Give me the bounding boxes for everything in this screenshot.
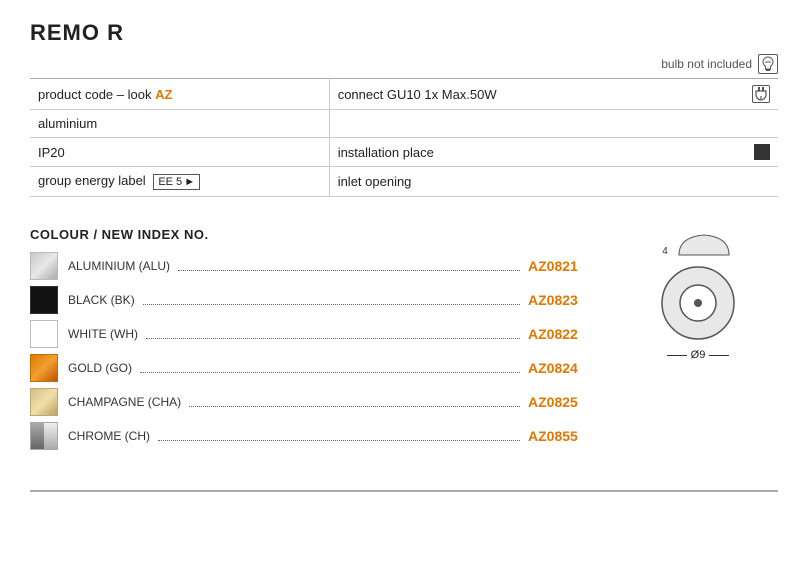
bulb-not-included-icon <box>758 54 778 74</box>
colour-name: CHAMPAGNE (CHA) AZ0825 <box>68 394 598 410</box>
side-dim-label: 4 <box>662 246 668 257</box>
bottom-dim-line-left <box>667 355 687 356</box>
colour-code: AZ0822 <box>528 326 598 342</box>
list-item: GOLD (GO) AZ0824 <box>30 354 598 382</box>
bulb-notice-row: bulb not included <box>30 54 778 74</box>
dots-separator <box>189 397 520 407</box>
installation-place-text: installation place <box>338 145 434 160</box>
aluminium-cell: aluminium <box>30 110 329 138</box>
colours-section-title: COLOUR / NEW INDEX NO. <box>30 227 598 242</box>
dots-separator <box>178 261 520 271</box>
colour-name: WHITE (WH) AZ0822 <box>68 326 598 342</box>
connect-info-cell: connect GU10 1x Max.50W <box>329 79 778 110</box>
dots-separator <box>158 431 520 441</box>
content-wrapper: product code – look AZ connect GU10 1x M… <box>30 78 778 470</box>
info-table: product code – look AZ connect GU10 1x M… <box>30 78 778 197</box>
inlet-opening-text: inlet opening <box>338 174 412 189</box>
installation-icon <box>754 144 770 160</box>
table-row-product-code: product code – look AZ connect GU10 1x M… <box>30 79 778 110</box>
colour-code: AZ0825 <box>528 394 598 410</box>
list-item: CHAMPAGNE (CHA) AZ0825 <box>30 388 598 416</box>
ip20-label: IP20 <box>38 145 65 160</box>
bulb-notice-text: bulb not included <box>661 57 752 71</box>
energy-badge-arrow: ► <box>184 176 195 188</box>
energy-badge: EE 5 ► <box>153 174 200 190</box>
product-code-label: product code – look <box>38 87 151 102</box>
colour-list: ALUMINIUM (ALU) AZ0821 BLACK (BK) AZ0823… <box>30 252 598 450</box>
colour-swatch <box>30 354 58 382</box>
energy-badge-value: EE 5 <box>158 176 182 188</box>
connect-text: connect GU10 1x Max.50W <box>338 87 497 102</box>
table-row-ip: IP20 installation place <box>30 138 778 167</box>
bottom-dim-label: Ø9 <box>691 349 706 361</box>
table-row-aluminium: aluminium <box>30 110 778 138</box>
side-view-svg <box>674 227 734 257</box>
colour-name: GOLD (GO) AZ0824 <box>68 360 598 376</box>
table-row-energy: group energy label EE 5 ► inlet opening <box>30 167 778 197</box>
aluminium-right-cell <box>329 110 778 138</box>
installation-cell: installation place <box>329 138 778 167</box>
list-item: BLACK (BK) AZ0823 <box>30 286 598 314</box>
product-code-cell: product code – look AZ <box>30 79 329 110</box>
colour-swatch <box>30 320 58 348</box>
top-view-svg <box>658 263 738 343</box>
side-view-container: 4 <box>662 227 734 257</box>
colour-swatch <box>30 252 58 280</box>
footer-line <box>30 490 778 492</box>
aluminium-label: aluminium <box>38 116 97 131</box>
page-title: REMO R <box>30 20 778 46</box>
colour-code: AZ0823 <box>528 292 598 308</box>
dots-separator <box>140 363 520 373</box>
list-item: WHITE (WH) AZ0822 <box>30 320 598 348</box>
ip20-cell: IP20 <box>30 138 329 167</box>
colour-code: AZ0855 <box>528 428 598 444</box>
colour-name: ALUMINIUM (ALU) AZ0821 <box>68 258 598 274</box>
list-item: ALUMINIUM (ALU) AZ0821 <box>30 252 598 280</box>
dots-separator <box>146 329 520 339</box>
energy-label-text: group energy label <box>38 173 146 188</box>
dots-separator <box>143 295 520 305</box>
colour-code: AZ0824 <box>528 360 598 376</box>
list-item: CHROME (CH) AZ0855 <box>30 422 598 450</box>
colour-code: AZ0821 <box>528 258 598 274</box>
energy-label-cell: group energy label EE 5 ► <box>30 167 329 197</box>
colour-name: BLACK (BK) AZ0823 <box>68 292 598 308</box>
bottom-dim-row: Ø9 <box>667 349 730 361</box>
az-highlight: AZ <box>155 87 172 102</box>
inlet-cell: inlet opening <box>329 167 778 197</box>
plug-icon <box>752 85 770 103</box>
bottom-dim-line-right <box>709 355 729 356</box>
colour-name: CHROME (CH) AZ0855 <box>68 428 598 444</box>
colour-swatch <box>30 388 58 416</box>
colour-swatch <box>30 422 58 450</box>
colour-swatch <box>30 286 58 314</box>
